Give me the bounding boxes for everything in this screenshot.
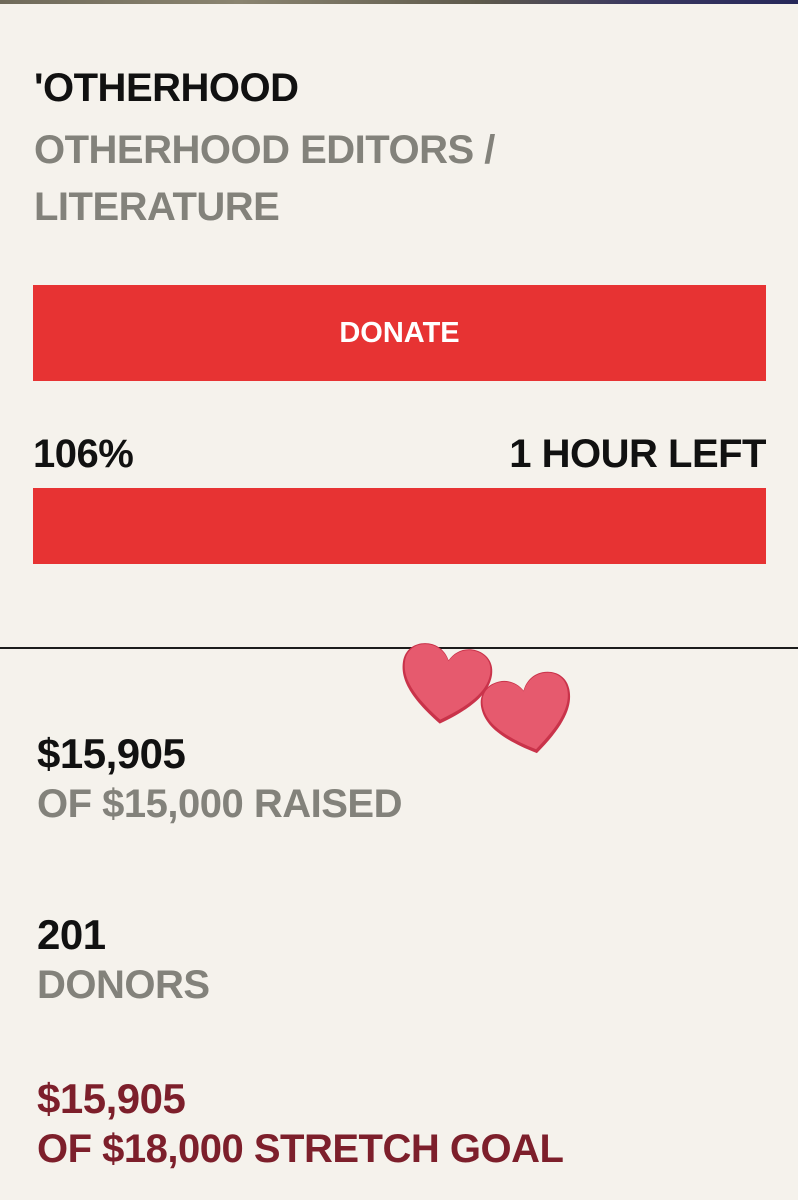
heart-icon [480, 671, 571, 754]
stretch-amount: $15,905 [37, 1075, 186, 1122]
donors-label: DONORS [37, 963, 210, 1007]
heart-icon [402, 643, 493, 724]
campaign-title: 'OTHERHOOD [34, 66, 299, 110]
donors-count: 201 [37, 911, 106, 958]
campaign-subtitle: OTHERHOOD EDITORS / LITERATURE [34, 128, 495, 229]
header-image-strip [0, 0, 798, 4]
stretch-goal-stat: $15,905 OF $18,000 STRETCH GOAL [37, 1075, 564, 1175]
progress-header: 106% 1 HOUR LEFT [33, 432, 766, 477]
raised-amount: $15,905 [37, 730, 186, 777]
progress-percent: 106% [33, 432, 134, 476]
stretch-label: OF $18,000 STRETCH GOAL [37, 1127, 564, 1171]
raised-stat: $15,905 OF $15,000 RAISED [37, 730, 403, 830]
progress-bar-fill [33, 488, 766, 564]
donors-stat: 201 DONORS [37, 911, 210, 1011]
raised-label: OF $15,000 RAISED [37, 782, 403, 826]
progress-bar [33, 488, 766, 564]
time-left: 1 HOUR LEFT [509, 432, 766, 476]
hearts-sticker [402, 643, 571, 754]
donate-button[interactable]: DONATE [33, 285, 766, 381]
